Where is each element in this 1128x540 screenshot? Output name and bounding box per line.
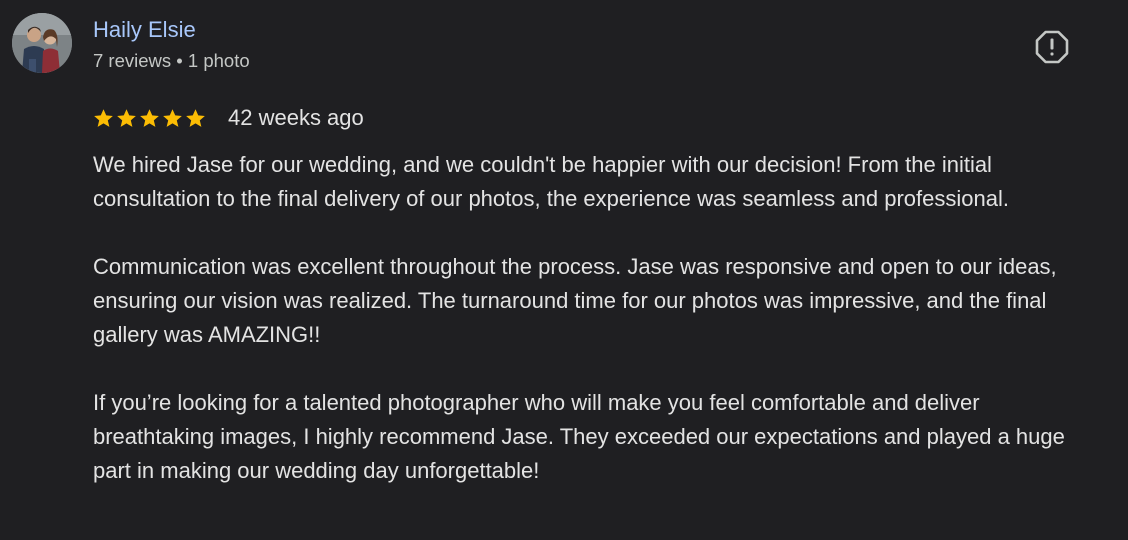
star-filled-icon <box>185 108 206 129</box>
report-flag-icon <box>1035 30 1069 64</box>
star-filled-icon <box>93 108 114 129</box>
reviewer-meta: 7 reviews • 1 photo <box>93 50 250 71</box>
reviewer-avatar[interactable] <box>12 13 72 73</box>
rating-row: 42 weeks ago <box>93 104 364 132</box>
review-card: Haily Elsie 7 reviews • 1 photo 42 weeks… <box>0 0 1128 540</box>
star-rating <box>93 108 206 129</box>
review-paragraph: We hired Jase for our wedding, and we co… <box>93 152 1009 211</box>
review-paragraph: Communication was excellent throughout t… <box>93 254 1057 347</box>
review-paragraph: If you’re looking for a talented photogr… <box>93 390 1065 483</box>
review-text: We hired Jase for our wedding, and we co… <box>93 148 1103 488</box>
star-filled-icon <box>116 108 137 129</box>
review-date: 42 weeks ago <box>228 105 364 130</box>
report-review-button[interactable] <box>1034 29 1070 65</box>
reviewer-name[interactable]: Haily Elsie <box>93 16 196 44</box>
avatar-photo <box>12 13 72 73</box>
star-filled-icon <box>139 108 160 129</box>
star-filled-icon <box>162 108 183 129</box>
